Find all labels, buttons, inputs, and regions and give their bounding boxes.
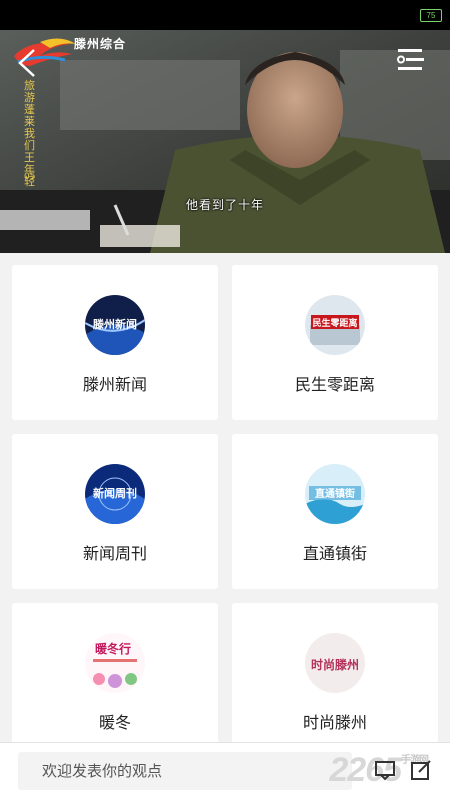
- minsheng-thumb: 民生零距离: [305, 295, 365, 355]
- shishang-thumb: 时尚滕州: [305, 633, 365, 693]
- edit-icon[interactable]: [410, 759, 432, 781]
- back-arrow-icon[interactable]: [14, 46, 40, 80]
- program-label: 暖冬: [98, 713, 131, 732]
- program-card-zhitong[interactable]: 直通镇街 直通镇街: [232, 434, 438, 589]
- status-bar: 75: [0, 0, 450, 30]
- program-label: 新闻周刊: [82, 544, 147, 563]
- program-label: 民生零距离: [294, 375, 375, 394]
- thumb-text: 时尚滕州: [311, 657, 359, 672]
- episode-list-icon[interactable]: [396, 44, 426, 78]
- program-card-news-weekly[interactable]: 新闻周刊 新闻周刊: [12, 434, 218, 589]
- nuandong-thumb: 暖冬行: [85, 633, 145, 693]
- thumb-text: 滕州新闻: [93, 317, 137, 331]
- comment-bar: 2265手游网: [0, 742, 450, 801]
- video-subtitle: 他看到了十年: [185, 198, 264, 212]
- comment-input[interactable]: [18, 752, 352, 790]
- thumb-text: 直通镇街: [315, 487, 355, 500]
- program-label: 时尚滕州: [302, 713, 367, 732]
- program-label: 滕州新闻: [82, 375, 147, 394]
- video-player[interactable]: 滕州综合 旅游蓬莱我们王年轻 05 他看到了十年: [0, 30, 450, 253]
- program-card-minsheng[interactable]: 民生零距离 民生零距离: [232, 265, 438, 420]
- program-card-tengzhou-news[interactable]: 滕州新闻 滕州新闻: [12, 265, 218, 420]
- program-label: 直通镇街: [302, 544, 367, 563]
- channel-name: 滕州综合: [74, 37, 127, 51]
- news-weekly-thumb: 新闻周刊: [85, 464, 145, 524]
- program-card-nuandong[interactable]: 暖冬行 暖冬: [12, 603, 218, 758]
- episode-number: 05: [24, 172, 36, 182]
- thumb-text: 民生零距离: [312, 317, 357, 329]
- zhitong-thumb: 直通镇街: [305, 464, 365, 524]
- tengzhou-news-thumb: 滕州新闻: [85, 295, 145, 355]
- thumb-text: 新闻周刊: [93, 486, 137, 500]
- thumb-text: 暖冬行: [95, 641, 131, 656]
- program-card-shishang[interactable]: 时尚滕州 时尚滕州: [232, 603, 438, 758]
- battery-icon: 75: [420, 9, 442, 22]
- comment-icon[interactable]: [374, 759, 396, 781]
